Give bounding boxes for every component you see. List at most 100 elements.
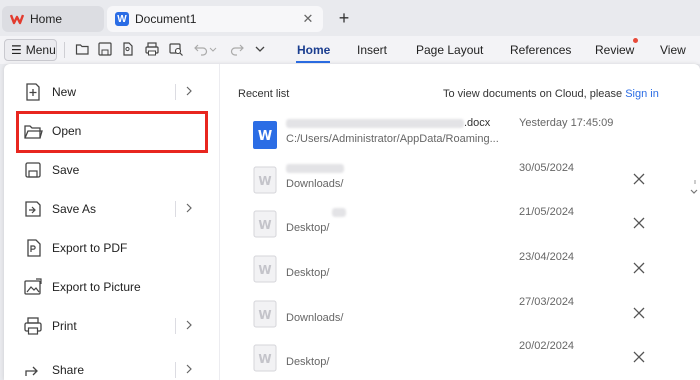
chevron-right-icon[interactable] [182,84,196,98]
toolbar: ☰ Menu Home Insert Page Layout Reference… [0,36,700,64]
recent-file-name [286,162,344,174]
writer-file-icon: W [253,210,277,238]
menu-item-label: Export to PDF [52,241,128,255]
recent-file-row[interactable]: W Desktop/ 21/05/2024 [238,204,678,248]
recent-file-date: 30/05/2024 [519,162,575,174]
writer-file-icon: W [253,300,277,328]
ribbon-tab-insert[interactable]: Insert [357,43,387,57]
recent-file-date: 21/05/2024 [519,206,575,218]
recent-file-row[interactable]: W Downloads/ 30/05/2024 [238,160,678,204]
recent-file-row[interactable]: W .docx C:/Users/Administrator/AppData/R… [238,115,678,159]
redo-icon[interactable] [229,41,245,57]
menu-divider [175,201,176,217]
toolbar-divider [64,42,65,58]
menu-item-print[interactable]: Print [18,309,204,343]
chevron-right-icon[interactable] [182,201,196,215]
recent-file-date: 20/02/2024 [519,340,575,352]
svg-text:W: W [258,218,271,232]
ribbon-tab-review[interactable]: Review [595,43,634,57]
remove-recent-close-icon[interactable] [632,306,646,320]
menu-item-label: Save [52,163,80,177]
tab-document-label: Document1 [135,12,197,26]
writer-file-icon: W [253,255,277,283]
export-pdf-icon[interactable] [120,41,136,57]
more-chevron-down-icon[interactable] [252,41,268,57]
recent-files-panel: Recent list To view documents on Cloud, … [220,64,700,380]
print-preview-icon[interactable] [168,41,184,57]
close-tab-icon[interactable]: ✕ [301,12,315,26]
recent-file-path: Desktop/ [286,267,330,279]
menu-item-new[interactable]: New [18,75,204,109]
writer-file-icon: W [253,121,277,149]
ribbon-tab-references[interactable]: References [510,43,571,57]
file-menu-panel: New Open Save Save As Export to PDF Expo… [4,64,700,380]
tab-home[interactable]: Home [2,6,104,32]
remove-recent-close-icon[interactable] [632,172,646,186]
print-icon [23,316,43,336]
recent-file-path: Desktop/ [286,222,330,234]
undo-dropdown-icon[interactable] [209,41,217,57]
highlight-box [16,111,208,153]
writer-file-icon: W [253,344,277,372]
recent-file-row[interactable]: W Desktop/ 20/02/2024 [238,338,678,380]
ribbon-tab-page-layout[interactable]: Page Layout [416,43,483,57]
recent-list-title: Recent list [238,88,290,100]
menu-item-label: Save As [52,202,97,216]
menu-item-export-pdf[interactable]: Export to PDF [18,231,204,265]
menu-item-label: Print [52,319,77,333]
menu-item-save[interactable]: Save [18,153,204,187]
menu-divider [175,84,176,100]
menu-item-label: Share [52,363,85,377]
recent-file-date: 27/03/2024 [519,296,575,308]
recent-file-name [286,206,346,218]
menu-item-label: Export to Picture [52,280,141,294]
new-tab-button[interactable]: + [334,8,354,28]
recent-file-path: Downloads/ [286,178,344,190]
notification-dot [633,38,638,43]
export-pdf-icon [23,238,43,258]
menu-item-share[interactable]: Share [18,353,204,380]
menu-item-save-as[interactable]: Save As [18,192,204,226]
ribbon-tab-view[interactable]: View [660,43,686,57]
recent-file-path: C:/Users/Administrator/AppData/Roaming..… [286,133,499,145]
undo-icon[interactable] [193,41,209,57]
recent-file-date: Yesterday 17:45:09 [519,117,614,129]
save-as-icon [23,199,43,219]
writer-doc-icon: W [115,12,129,26]
svg-text:W: W [258,352,271,366]
menu-divider [175,318,176,334]
svg-text:W: W [258,263,271,277]
chevron-right-icon[interactable] [182,362,196,376]
svg-text:W: W [258,174,271,188]
cloud-signin-prompt: To view documents on Cloud, please Sign … [443,88,659,100]
writer-file-icon: W [253,166,277,194]
save-icon [23,160,43,180]
active-tab-indicator [296,61,330,63]
recent-file-name: .docx [286,117,490,129]
chevron-right-icon[interactable] [182,318,196,332]
wps-logo-icon [9,12,25,26]
svg-text:W: W [258,129,272,144]
remove-recent-close-icon[interactable] [632,261,646,275]
menu-item-export-picture[interactable]: Export to Picture [18,270,204,304]
recent-file-extension: .docx [464,117,491,129]
remove-recent-close-icon[interactable] [632,216,646,230]
recent-file-row[interactable]: W Desktop/ 23/04/2024 [238,249,678,293]
menu-button[interactable]: ☰ Menu [4,39,57,61]
recent-file-date: 23/04/2024 [519,251,575,263]
recent-file-path: Downloads/ [286,312,344,324]
ribbon-scroll-chevron-icon[interactable] [688,180,700,204]
export-picture-icon [23,277,43,297]
open-folder-icon[interactable] [75,41,91,57]
tab-document[interactable]: W Document1 ✕ [107,6,323,32]
file-menu-list: New Open Save Save As Export to PDF Expo… [4,64,220,380]
cloud-prompt-text: To view documents on Cloud, please [443,88,626,100]
print-icon[interactable] [144,41,160,57]
remove-recent-close-icon[interactable] [632,350,646,364]
sign-in-link[interactable]: Sign in [625,88,659,100]
tab-home-label: Home [30,12,63,26]
save-icon[interactable] [97,41,113,57]
recent-file-row[interactable]: W Downloads/ 27/03/2024 [238,294,678,338]
recent-file-path: Desktop/ [286,356,330,368]
ribbon-tab-home[interactable]: Home [297,43,330,57]
